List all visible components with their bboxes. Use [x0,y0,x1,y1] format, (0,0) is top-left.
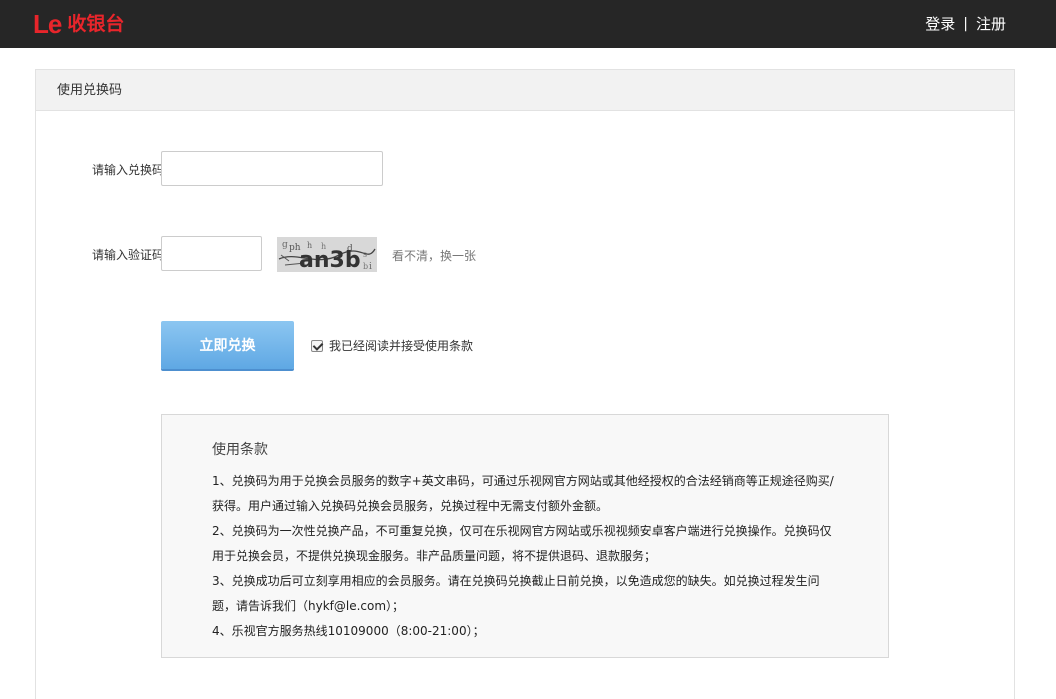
refresh-captcha-link[interactable]: 看不清，换一张 [392,247,476,264]
terms-line: 3、兑换成功后可立刻享用相应的会员服务。请在兑换码兑换截止日前兑换，以免造成您的… [212,574,820,588]
captcha-image[interactable]: g ph h h d s i b an3b [277,237,377,272]
redeem-code-input[interactable] [161,151,383,186]
logo-title: 收银台 [67,12,125,35]
le-logo-mark: Le [33,9,62,39]
logo[interactable]: Le 收银台 [33,10,124,38]
captcha-noise-icon: g ph h h d s i b an3b [277,237,377,272]
terms-line: 用于兑换会员，不提供兑换现金服务。非产品质量问题，将不提供退码、退款服务； [212,549,657,563]
account-nav: 登录 | 注册 [925,13,1006,34]
terms-line: 4、乐视官方服务热线10109000（8:00-21:00）； [212,624,485,638]
nav-separator: | [963,15,968,32]
redeem-submit-button[interactable]: 立即兑换 [161,321,294,369]
terms-line: 获得。用户通过输入兑换码兑换会员服务，兑换过程中无需支付额外金额。 [212,499,609,513]
terms-line: 1、兑换码为用于兑换会员服务的数字+英文串码，可通过乐视网官方网站或其他经授权的… [212,474,834,488]
login-link[interactable]: 登录 [925,13,955,34]
top-bar: Le 收银台 登录 | 注册 [0,0,1056,48]
terms-line: 题，请告诉我们（hykf@le.com）； [212,599,405,613]
agree-checkbox[interactable] [311,339,323,352]
terms-agreement: 我已经阅读并接受使用条款 [311,337,473,354]
code-label: 请输入兑换码： [91,163,176,177]
svg-text:b: b [363,262,368,271]
agree-label[interactable]: 我已经阅读并接受使用条款 [329,337,473,354]
terms-line: 2、兑换码为一次性兑换产品，不可重复兑换，仅可在乐视网官方网站或乐视视频安卓客户… [212,524,832,538]
captcha-input[interactable] [161,236,262,271]
redeem-panel: 使用兑换码 请输入兑换码： 请输入验证码： g ph h h d s i b a… [35,69,1015,699]
terms-title: 使用条款 [212,442,268,458]
verify-label: 请输入验证码： [91,248,176,262]
terms-box: 使用条款 1、兑换码为用于兑换会员服务的数字+英文串码，可通过乐视网官方网站或其… [161,414,889,658]
captcha-text: an3b [299,248,361,272]
register-link[interactable]: 注册 [976,13,1006,34]
svg-text:g: g [282,240,288,250]
svg-text:i: i [369,262,372,272]
panel-title: 使用兑换码 [36,70,1014,111]
